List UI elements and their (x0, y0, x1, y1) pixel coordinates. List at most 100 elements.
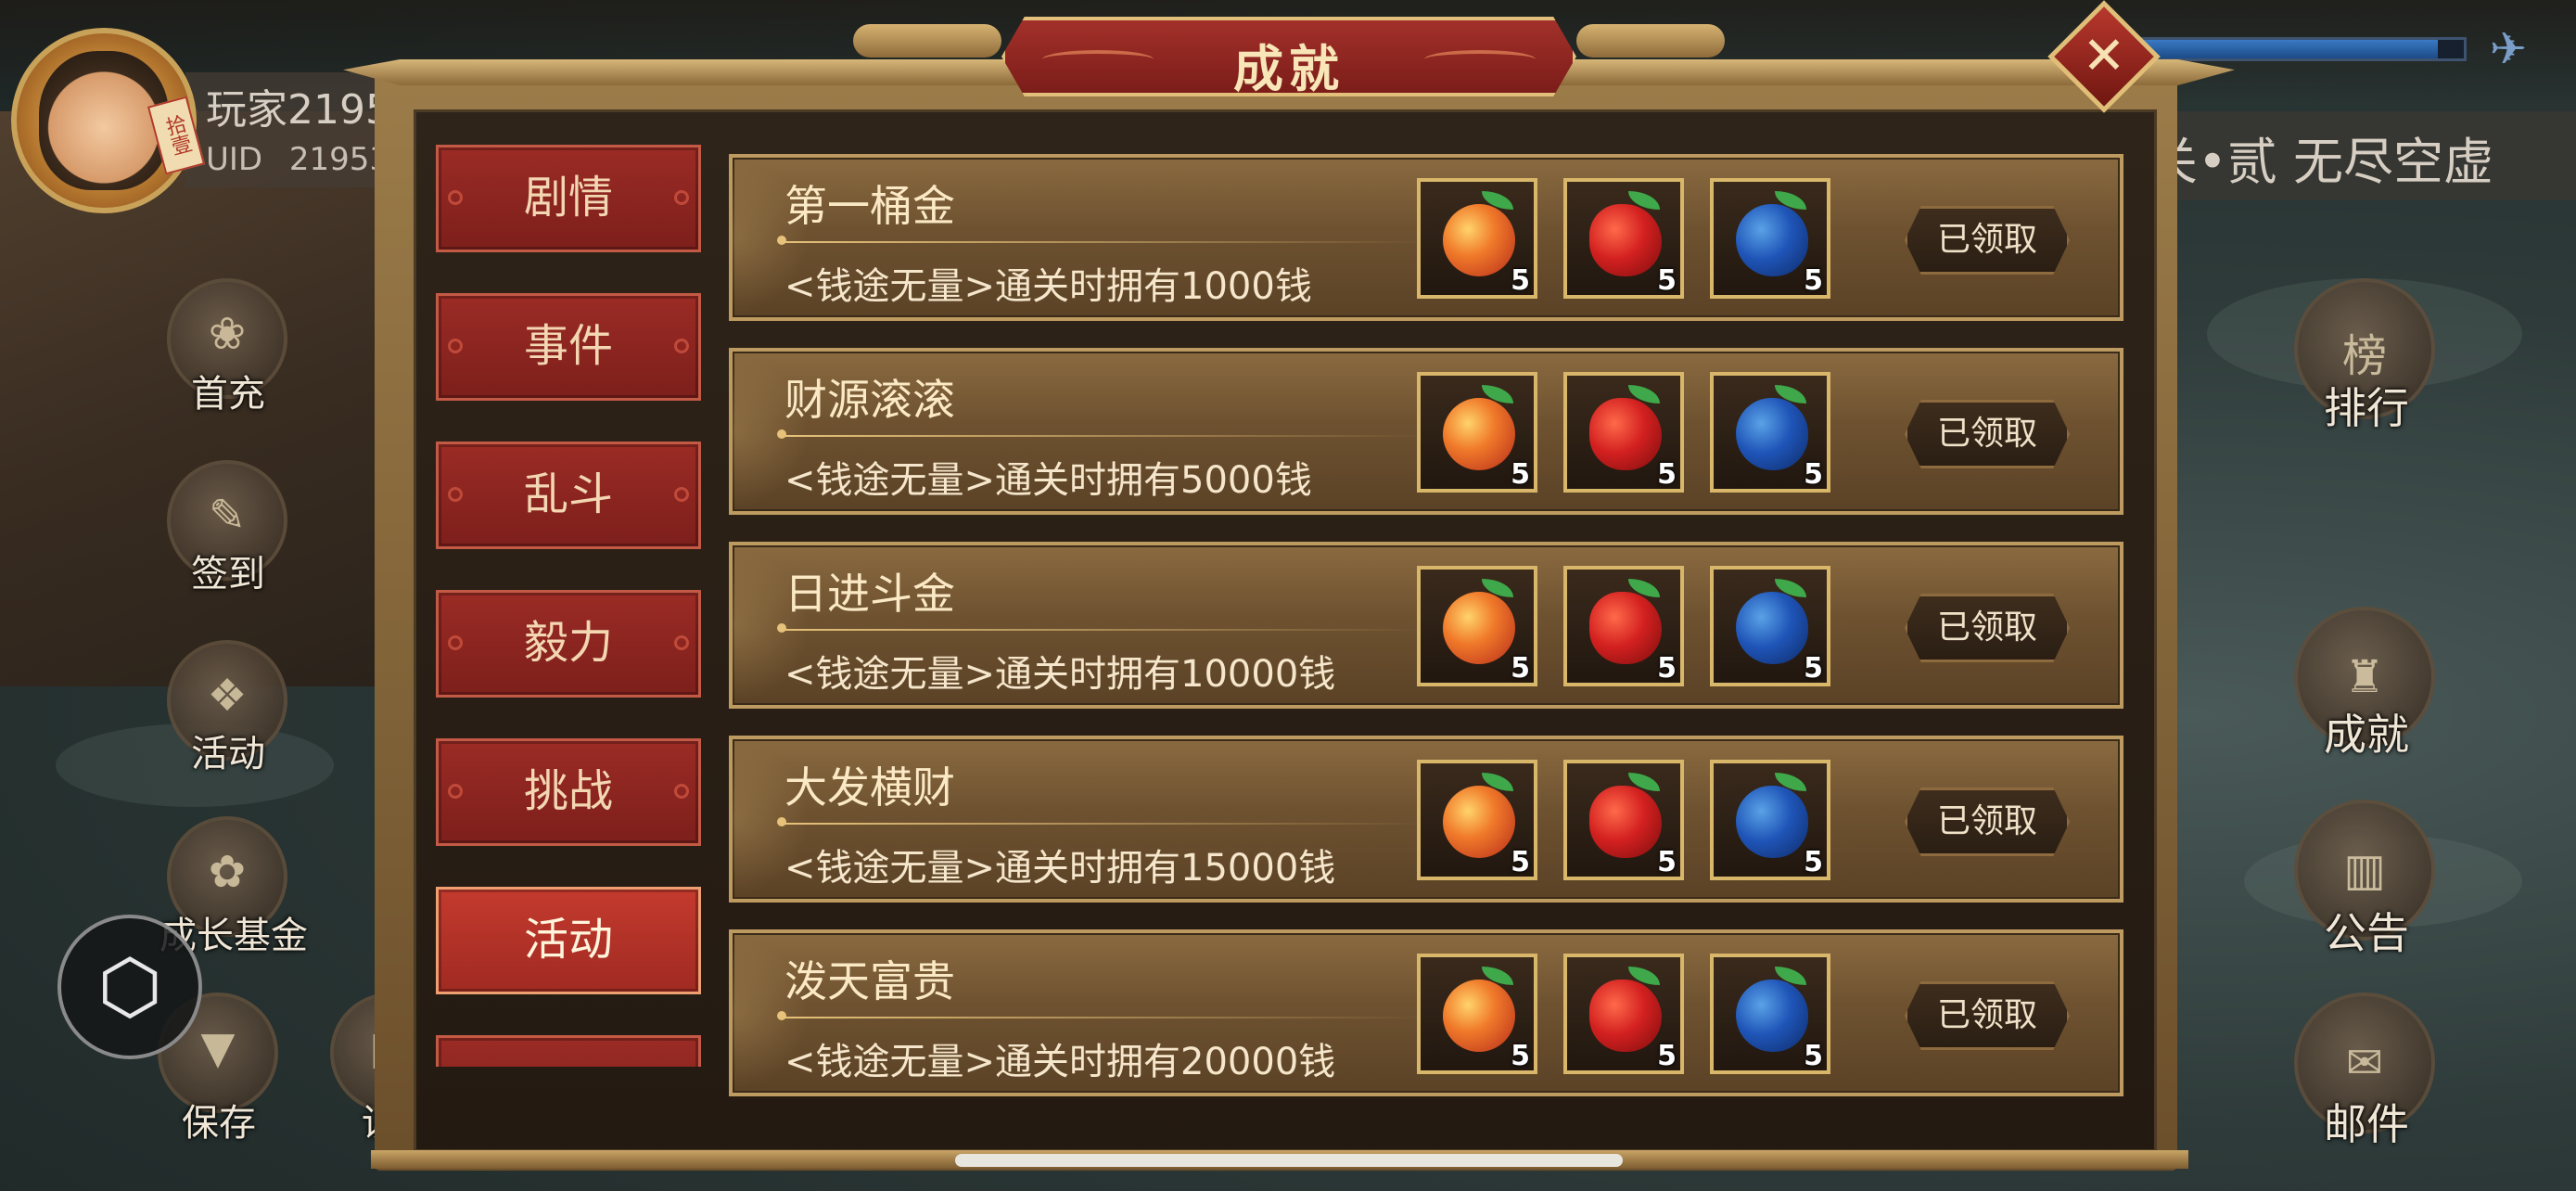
divider-line (781, 1017, 1430, 1018)
reward-quantity: 5 (1657, 846, 1677, 878)
reward-slot[interactable]: 5 (1710, 760, 1830, 880)
tab-label: 挑战 (523, 765, 613, 817)
orange-fruit-icon (1443, 204, 1515, 276)
reward-quantity: 5 (1511, 458, 1530, 491)
divider-line (781, 629, 1430, 631)
reward-slot[interactable]: 5 (1563, 178, 1684, 299)
reward-quantity: 5 (1657, 1040, 1677, 1072)
reward-slot[interactable]: 5 (1710, 178, 1830, 299)
reward-slot[interactable]: 5 (1417, 760, 1537, 880)
achievement-row: 第一桶金 <钱途无量>通关时拥有1000钱 5 5 5 已领取 (729, 154, 2123, 321)
player-avatar[interactable]: 拾壹 (11, 28, 206, 213)
tab-ornament (448, 635, 463, 650)
divider-line (781, 823, 1430, 825)
reward-slot[interactable]: 5 (1710, 566, 1830, 686)
red-fruit-icon (1589, 786, 1662, 858)
ranking-label: 排行 (2324, 383, 2409, 433)
reward-quantity: 5 (1657, 264, 1677, 297)
tab-ornament (674, 635, 689, 650)
achievement-label: 成就 (2324, 710, 2409, 760)
claimed-button[interactable]: 已领取 (1905, 788, 2070, 856)
first-recharge-label: 首充 (191, 373, 265, 416)
achievement-row: 财源滚滚 <钱途无量>通关时拥有5000钱 5 5 5 已领取 (729, 348, 2123, 515)
reward-quantity: 5 (1511, 846, 1530, 878)
divider-dot (777, 236, 786, 245)
cube-menu-icon[interactable]: ⬡ (57, 915, 202, 1059)
claimed-button[interactable]: 已领取 (1905, 400, 2070, 468)
red-fruit-icon (1589, 980, 1662, 1052)
sign-in-book-icon: ✎ (208, 490, 247, 542)
blue-fruit-icon (1736, 204, 1808, 276)
mail-label: 邮件 (2324, 1099, 2409, 1149)
reward-slot[interactable]: 5 (1563, 954, 1684, 1074)
reward-quantity: 5 (1511, 264, 1530, 297)
stage-name: 关•贰 无尽空虚 (2148, 133, 2494, 191)
close-icon[interactable]: ✕ (2064, 17, 2144, 96)
orange-fruit-icon (1443, 786, 1515, 858)
achievement-title: 日进斗金 (784, 569, 955, 619)
achievement-description: <钱途无量>通关时拥有20000钱 (784, 1041, 1336, 1083)
reward-slot[interactable]: 5 (1417, 178, 1537, 299)
reward-slot[interactable]: 5 (1417, 954, 1537, 1074)
achievement-title: 第一桶金 (784, 181, 955, 231)
achievement-title: 大发横财 (784, 762, 955, 813)
achievement-title: 财源滚滚 (784, 375, 955, 425)
tab-activity[interactable]: 活动 (436, 887, 701, 994)
dialog-title: 成就 (1233, 39, 1345, 98)
mail-icon: ✉ (2345, 1037, 2384, 1089)
title-wing-right (1576, 24, 1725, 58)
claimed-button[interactable]: 已领取 (1905, 206, 2070, 275)
reward-slot[interactable]: 5 (1417, 372, 1537, 493)
reward-quantity: 5 (1804, 1040, 1823, 1072)
tab-challenge[interactable]: 挑战 (436, 738, 701, 846)
player-name: 玩家2195 (206, 86, 391, 134)
reward-slot[interactable]: 5 (1417, 566, 1537, 686)
player-uid: UID 21953 (206, 141, 389, 178)
orange-fruit-icon (1443, 592, 1515, 664)
reward-quantity: 5 (1804, 264, 1823, 297)
tab-brawl[interactable]: 乱斗 (436, 442, 701, 549)
tab-label: 乱斗 (523, 468, 613, 520)
title-wing-left (853, 24, 1001, 58)
home-indicator[interactable] (955, 1154, 1623, 1167)
blue-fruit-icon (1736, 592, 1808, 664)
achievement-description: <钱途无量>通关时拥有15000钱 (784, 847, 1336, 890)
tab-more[interactable] (436, 1035, 701, 1067)
announcement-label: 公告 (2324, 908, 2409, 958)
divider-dot (777, 429, 786, 439)
divider-line (781, 435, 1430, 437)
achievement-row: 日进斗金 <钱途无量>通关时拥有10000钱 5 5 5 已领取 (729, 542, 2123, 709)
blue-fruit-icon (1736, 398, 1808, 470)
reward-slot[interactable]: 5 (1563, 566, 1684, 686)
reward-slot[interactable]: 5 (1710, 954, 1830, 1074)
reward-quantity: 5 (1511, 1040, 1530, 1072)
red-fruit-icon (1589, 592, 1662, 664)
tab-story[interactable]: 剧情 (436, 145, 701, 252)
reward-slot[interactable]: 5 (1563, 372, 1684, 493)
category-tabs: 剧情 事件 乱斗 毅力 挑战 活动 (436, 139, 705, 1067)
tab-ornament (674, 339, 689, 353)
divider-line (781, 241, 1430, 243)
reward-quantity: 5 (1657, 652, 1677, 685)
blue-fruit-icon (1736, 980, 1808, 1052)
tab-events[interactable]: 事件 (436, 293, 701, 401)
claimed-button[interactable]: 已领取 (1905, 981, 2070, 1050)
gift-pouch-icon: ❀ (208, 308, 247, 360)
achievement-list[interactable]: 第一桶金 <钱途无量>通关时拥有1000钱 5 5 5 已领取 财源滚滚 <钱途无量>通关时拥… (725, 154, 2131, 1109)
reward-slot[interactable]: 5 (1563, 760, 1684, 880)
reward-quantity: 5 (1511, 652, 1530, 685)
blue-fruit-icon (1736, 786, 1808, 858)
event-chest-icon: ❖ (207, 670, 248, 722)
avatar-portrait (39, 51, 169, 190)
claimed-button[interactable]: 已领取 (1905, 594, 2070, 662)
uid-label: UID (206, 141, 263, 178)
tab-ornament (674, 487, 689, 502)
achievement-description: <钱途无量>通关时拥有10000钱 (784, 653, 1336, 696)
announcement-scroll-icon: ▥ (2343, 844, 2386, 896)
tab-perseverance[interactable]: 毅力 (436, 590, 701, 698)
reward-slot[interactable]: 5 (1710, 372, 1830, 493)
tab-label: 剧情 (523, 172, 613, 224)
orange-fruit-icon (1443, 980, 1515, 1052)
reward-quantity: 5 (1804, 652, 1823, 685)
achievement-description: <钱途无量>通关时拥有5000钱 (784, 459, 1312, 502)
